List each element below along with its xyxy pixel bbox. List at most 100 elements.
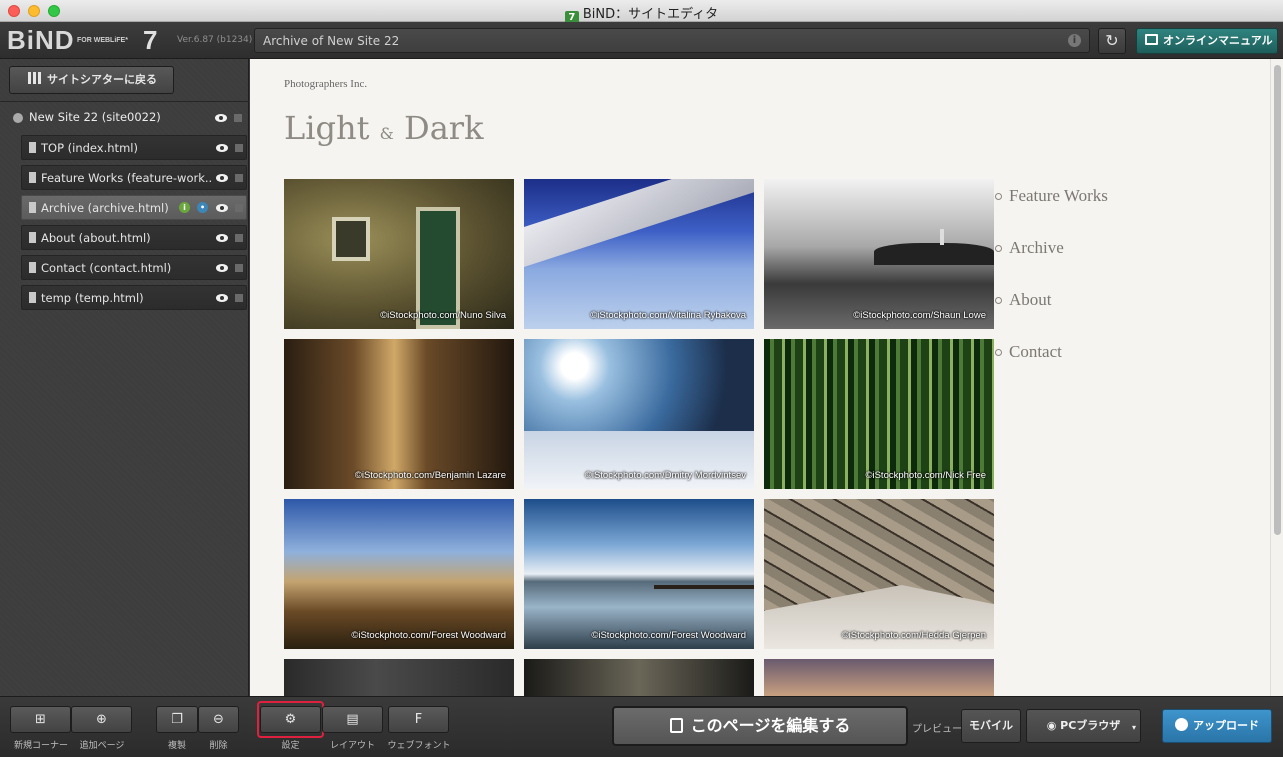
back-to-site-theater-label: サイトシアターに戻る [47, 73, 157, 86]
checkbox-icon[interactable] [235, 264, 243, 272]
online-manual-label: オンラインマニュアル [1163, 34, 1273, 47]
columns-icon [28, 72, 42, 84]
page-item-top[interactable]: TOP (index.html) [21, 135, 247, 160]
checkbox-icon[interactable] [235, 204, 243, 212]
edit-page-label: このページを編集する [690, 716, 851, 735]
page-item-label: temp (temp.html) [41, 291, 144, 305]
checkbox-icon[interactable] [235, 144, 243, 152]
refresh-button[interactable]: ↻ [1098, 28, 1126, 54]
gallery-photo-1[interactable]: ©iStockphoto.com/Nuno Silva [284, 179, 514, 329]
nav-link-contact[interactable]: Contact [995, 342, 1062, 362]
page-path-text: Archive of New Site 22 [263, 34, 400, 48]
site-title-right: Dark [404, 109, 484, 147]
gallery-photo-12[interactable] [764, 659, 994, 696]
eye-icon[interactable] [216, 174, 228, 182]
gallery-photo-11[interactable] [524, 659, 754, 696]
page-item-label: Contact (contact.html) [41, 261, 172, 275]
duplicate-icon: ❐ [171, 712, 183, 727]
pc-browser-label: PCブラウザ [1060, 719, 1121, 732]
layout-button[interactable]: ▤ [322, 706, 383, 733]
gallery-photo-10[interactable] [284, 659, 514, 696]
checkbox-icon[interactable] [235, 174, 243, 182]
site-root-item[interactable]: New Site 22 (site0022) [4, 107, 246, 129]
gallery-photo-4[interactable]: ©iStockphoto.com/Benjamin Lazare [284, 339, 514, 489]
eye-icon[interactable] [216, 264, 228, 272]
eye-icon[interactable] [216, 204, 228, 212]
delete-label: 削除 [209, 741, 228, 751]
nav-link-feature-works[interactable]: Feature Works [995, 186, 1108, 206]
add-page-button[interactable]: ⊕ [71, 706, 132, 733]
preview-label: プレビュー [912, 724, 962, 735]
online-manual-button[interactable]: オンラインマニュアル [1136, 28, 1278, 54]
photo-window-shape [332, 217, 370, 261]
webfont-button[interactable]: F [388, 706, 449, 733]
mobile-preview-button[interactable]: モバイル [961, 709, 1021, 743]
photo-credit: ©iStockphoto.com/Nick Free [865, 470, 986, 481]
gallery-photo-9[interactable]: ©iStockphoto.com/Hedda Gjerpen [764, 499, 994, 649]
page-item-about[interactable]: About (about.html) [21, 225, 247, 250]
page-icon [29, 292, 36, 303]
eye-icon[interactable] [216, 234, 228, 242]
checkbox-icon[interactable] [235, 294, 243, 302]
gallery-photo-2[interactable]: ©iStockphoto.com/Vitalina Rybakova [524, 179, 754, 329]
font-icon: F [414, 712, 423, 727]
gallery-photo-3[interactable]: ©iStockphoto.com/Shaun Lowe [764, 179, 994, 329]
preview-scrollbar[interactable] [1270, 59, 1283, 696]
pc-browser-preview-button[interactable]: ◉ PCブラウザ ▾ [1026, 709, 1141, 743]
scrollbar-thumb[interactable] [1274, 65, 1281, 535]
checkbox-icon[interactable] [235, 234, 243, 242]
upload-button[interactable]: アップロード [1162, 709, 1272, 743]
eye-icon[interactable] [215, 114, 227, 122]
site-sidebar: サイトシアターに戻る New Site 22 (site0022) TOP (i… [0, 59, 249, 696]
add-page-label: 追加ページ [79, 741, 125, 751]
gallery-photo-8[interactable]: ©iStockphoto.com/Forest Woodward [524, 499, 754, 649]
bottom-toolbar: ⊞ ⊕ 新規コーナー 追加ページ ❐ ⊖ 複製 削除 ⚙ 設定 ▤ レイアウト … [0, 696, 1283, 757]
gallery-photo-5[interactable]: ©iStockphoto.com/Dmitry Mordvintsev [524, 339, 754, 489]
page-item-archive[interactable]: Archive (archive.html) i • [21, 195, 247, 220]
gallery-photo-6[interactable]: ©iStockphoto.com/Nick Free [764, 339, 994, 489]
page-icon [29, 172, 36, 183]
page-preview[interactable]: Photographers Inc. Light & Dark ©iStockp… [250, 59, 1270, 696]
page-item-label: TOP (index.html) [41, 141, 138, 155]
nav-link-archive[interactable]: Archive [995, 238, 1064, 258]
checkbox-icon[interactable] [234, 114, 242, 122]
settings-label: 設定 [281, 741, 300, 751]
back-to-site-theater-button[interactable]: サイトシアターに戻る [9, 66, 174, 94]
layout-icon: ▤ [346, 712, 359, 727]
info-icon[interactable]: i [1068, 34, 1081, 47]
photo-credit: ©iStockphoto.com/Forest Woodward [351, 630, 506, 641]
site-status-dot [13, 113, 23, 123]
gear-icon: ⚙ [284, 712, 297, 727]
eye-icon[interactable] [216, 144, 228, 152]
logo-version-number: 7 [143, 25, 158, 55]
site-company-name: Photographers Inc. [284, 78, 368, 90]
page-path-bar[interactable]: Archive of New Site 22 i [254, 28, 1090, 53]
settings-button[interactable]: ⚙ [260, 706, 321, 733]
page-item-feature-works[interactable]: Feature Works (feature-work... [21, 165, 247, 190]
gallery-photo-7[interactable]: ©iStockphoto.com/Forest Woodward [284, 499, 514, 649]
pencil-icon [669, 718, 683, 733]
eye-icon[interactable] [216, 294, 228, 302]
new-corner-button[interactable]: ⊞ [10, 706, 71, 733]
delete-button[interactable]: ⊖ [198, 706, 239, 733]
photo-cliff-shape [874, 243, 994, 265]
duplicate-button[interactable]: ❐ [156, 706, 198, 733]
new-corner-label: 新規コーナー [13, 741, 68, 751]
photo-credit: ©iStockphoto.com/Dmitry Mordvintsev [584, 470, 746, 481]
page-item-label: Feature Works (feature-work... [41, 171, 211, 185]
site-title-left: Light [284, 109, 370, 147]
photo-lighthouse-shape [940, 229, 944, 245]
top-toolbar: BiND FOR WEBLiFE* 7 Ver.6.87 (b1234) Arc… [0, 22, 1283, 59]
logo-subtitle: FOR WEBLiFE* [77, 37, 128, 44]
mobile-preview-label: モバイル [969, 719, 1013, 732]
window-titlebar: 7 BiND：サイトエディタ [0, 0, 1283, 25]
upload-icon [1175, 718, 1188, 731]
page-item-temp[interactable]: temp (temp.html) [21, 285, 247, 310]
photo-credit: ©iStockphoto.com/Benjamin Lazare [354, 470, 506, 481]
nav-link-about[interactable]: About [995, 290, 1052, 310]
dropdown-arrow-icon[interactable]: ▾ [1132, 712, 1136, 744]
edit-page-button[interactable]: このページを編集する [612, 706, 908, 746]
photo-credit: ©iStockphoto.com/Nuno Silva [380, 310, 506, 321]
page-item-contact[interactable]: Contact (contact.html) [21, 255, 247, 280]
page-icon [29, 142, 36, 153]
